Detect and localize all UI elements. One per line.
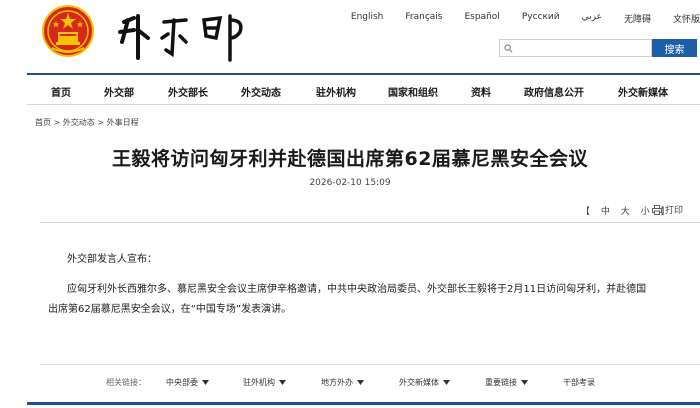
- article-title: 王毅将访问匈牙利并赴德国出席第62届慕尼黑安全会议: [112, 148, 588, 170]
- nav-ministry[interactable]: 外交部: [104, 84, 134, 99]
- chevron-down-icon: [202, 380, 209, 385]
- main-navigation: 首页 外交部 外交部长 外交动态 驻外机构 国家和组织 资料 政府信息公开 外交…: [27, 73, 700, 105]
- related-link-important[interactable]: 重要链接: [485, 377, 528, 388]
- font-size-bracket-open: 【: [581, 207, 591, 217]
- related-links-label: 相关链接：: [106, 378, 146, 387]
- related-link-central-ministries[interactable]: 中央部委: [166, 377, 209, 388]
- accessibility-link[interactable]: 无障碍: [624, 12, 651, 26]
- ministry-calligraphy-logo[interactable]: [112, 8, 252, 64]
- print-button[interactable]: 打印: [652, 203, 683, 216]
- chevron-down-icon: [357, 380, 364, 385]
- related-link-local-foreign-affairs[interactable]: 地方外办: [321, 377, 364, 388]
- site-header: English Français Español Русский عربي 无障…: [0, 0, 700, 72]
- nav-overseas-missions[interactable]: 驻外机构: [316, 84, 356, 99]
- chevron-down-icon: [443, 380, 450, 385]
- lang-russian-link[interactable]: Русский: [522, 12, 560, 26]
- nav-home[interactable]: 首页: [51, 84, 71, 99]
- related-link-label: 重要链接: [485, 378, 517, 387]
- article-date: 2026-02-10 15:09: [309, 178, 391, 188]
- article-paragraph: 外交部发言人宣布：: [67, 254, 157, 265]
- font-size-large-button[interactable]: 中: [601, 207, 610, 217]
- related-link-label: 外交新媒体: [399, 378, 439, 387]
- chevron-down-icon: [279, 380, 286, 385]
- search-input[interactable]: [499, 39, 652, 57]
- printer-icon: [652, 204, 662, 215]
- elderly-version-link[interactable]: 文怀版: [673, 12, 700, 26]
- font-size-small-button[interactable]: 小: [641, 207, 650, 217]
- related-link-recruitment[interactable]: 干部考录: [563, 377, 595, 388]
- related-links-bar: 相关链接： 中央部委 驻外机构 地方外办 外交新媒体 重要链接 干部考录: [40, 364, 700, 398]
- lang-english-link[interactable]: English: [351, 12, 384, 26]
- print-label: 打印: [665, 206, 684, 216]
- article-body: 外交部发言人宣布： 应匈牙利外长西雅尔多、慕尼黑安全会议主席伊辛格邀请，中共中央…: [48, 250, 648, 320]
- related-link-overseas-missions[interactable]: 驻外机构: [243, 377, 286, 388]
- related-link-label: 干部考录: [563, 378, 595, 387]
- related-link-label: 地方外办: [321, 378, 353, 387]
- lang-french-link[interactable]: Français: [405, 12, 442, 26]
- lang-spanish-link[interactable]: Español: [465, 12, 500, 26]
- lang-arabic-link[interactable]: عربي: [582, 12, 602, 26]
- footer-divider: [27, 402, 700, 405]
- search-bar: 搜索: [499, 39, 697, 57]
- search-button[interactable]: 搜索: [652, 39, 697, 57]
- nav-diplomatic-news[interactable]: 外交动态: [241, 84, 281, 99]
- related-link-new-media[interactable]: 外交新媒体: [399, 377, 450, 388]
- nav-government-info[interactable]: 政府信息公开: [524, 84, 584, 99]
- breadcrumb[interactable]: 首页 > 外交动态 > 外事日程: [35, 117, 139, 128]
- article-toolbar: 【 中 大 小 】 打印: [40, 195, 700, 223]
- nav-resources[interactable]: 资料: [471, 84, 491, 99]
- related-link-label: 驻外机构: [243, 378, 275, 387]
- font-size-medium-button[interactable]: 大: [621, 207, 630, 217]
- chevron-down-icon: [521, 380, 528, 385]
- article-paragraph: 应匈牙利外长西雅尔多、慕尼黑安全会议主席伊辛格邀请，中共中央政治局委员、外交部长…: [48, 284, 647, 315]
- national-emblem-icon[interactable]: [42, 4, 94, 58]
- nav-minister[interactable]: 外交部长: [168, 84, 208, 99]
- nav-countries-organizations[interactable]: 国家和组织: [388, 84, 438, 99]
- search-icon: [504, 44, 513, 53]
- language-links: English Français Español Русский عربي 无障…: [329, 12, 700, 26]
- nav-new-media[interactable]: 外交新媒体: [618, 84, 668, 99]
- related-link-label: 中央部委: [166, 378, 198, 387]
